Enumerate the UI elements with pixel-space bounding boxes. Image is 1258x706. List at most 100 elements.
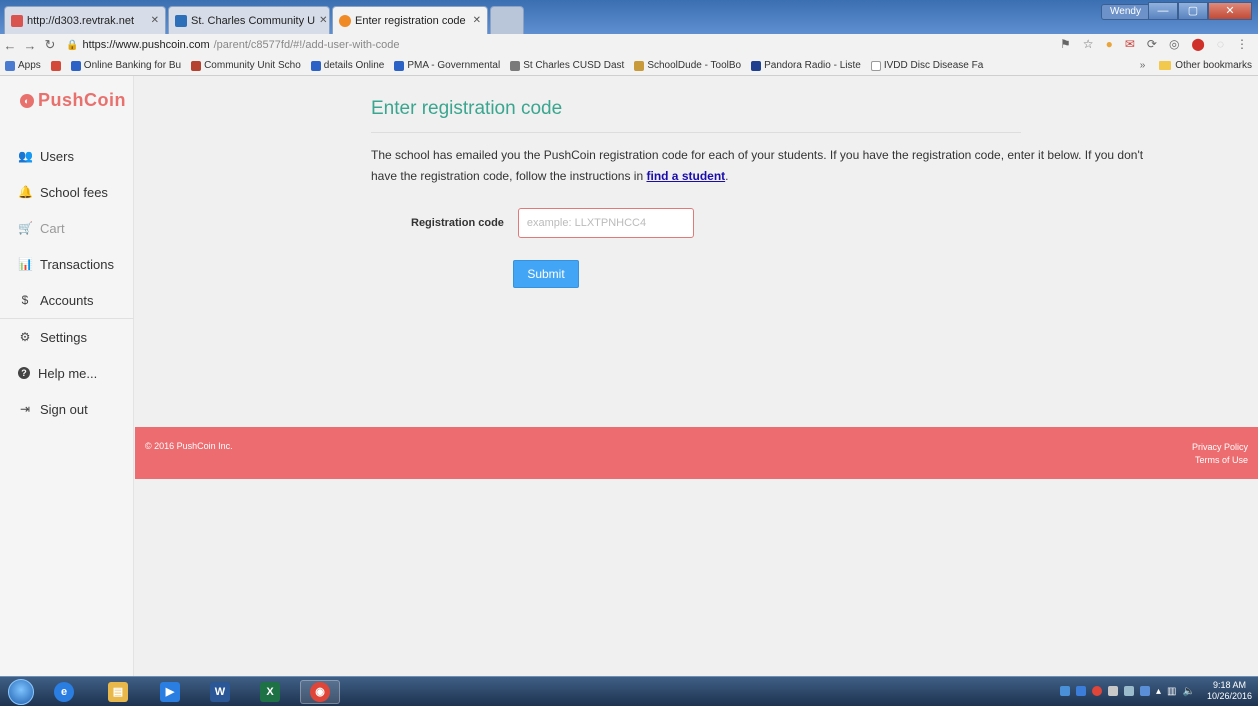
clock-date: 10/26/2016: [1206, 691, 1252, 701]
close-icon[interactable]: ✕: [151, 15, 159, 26]
sidebar-item-label: Sign out: [40, 401, 88, 417]
bookmark-label: IVDD Disc Disease Fa: [883, 60, 984, 71]
bookmark-favicon-icon: [751, 60, 762, 71]
pushcoin-logo[interactable]: ◐ PushCoin: [20, 90, 126, 111]
bookmark-item[interactable]: details Online: [306, 60, 390, 71]
registration-code-input[interactable]: [517, 208, 694, 238]
network-icon[interactable]: ▥: [1167, 686, 1176, 697]
bookmark-item[interactable]: PMA - Governmental: [389, 60, 505, 71]
registration-panel: Enter registration code The school has e…: [371, 98, 1161, 288]
sidebar: ◐ PushCoin 👥 Users 🔔 School fees 🛒 Cart …: [0, 76, 134, 676]
bookmark-label: SchoolDude - ToolBo: [647, 60, 742, 71]
extension-icon[interactable]: ◌: [1217, 37, 1224, 51]
bookmark-item[interactable]: Community Unit Scho: [186, 60, 306, 71]
extension-icon[interactable]: ◎: [1169, 37, 1179, 51]
adblock-icon[interactable]: ⬤: [1191, 37, 1204, 51]
sidebar-item-users[interactable]: 👥 Users: [0, 138, 134, 174]
tab-label: http://d303.revtrak.net: [27, 14, 135, 27]
other-bookmarks[interactable]: » Other bookmarks: [1140, 60, 1252, 71]
bookmark-favicon-icon: [70, 60, 81, 71]
star-icon[interactable]: ☆: [1083, 37, 1094, 51]
browser-titlebar: http://d303.revtrak.net ✕ St. Charles Co…: [0, 0, 1258, 34]
privacy-policy-link[interactable]: Privacy Policy: [1192, 441, 1248, 454]
logo-text: PushCoin: [38, 90, 126, 110]
browser-tab[interactable]: St. Charles Community U ✕: [168, 6, 330, 34]
taskbar-app[interactable]: ▶: [150, 680, 190, 704]
sidebar-item-cart[interactable]: 🛒 Cart: [0, 210, 134, 246]
submit-button[interactable]: Submit: [513, 260, 579, 288]
taskbar-app[interactable]: ▤: [98, 680, 138, 704]
taskbar-app[interactable]: e: [44, 680, 84, 704]
sidebar-item-accounts[interactable]: $ Accounts: [0, 282, 134, 318]
extension-icon[interactable]: ⟳: [1147, 37, 1157, 51]
back-icon[interactable]: ←: [0, 38, 20, 53]
menu-icon[interactable]: ⋮: [1236, 37, 1248, 51]
tray-icon[interactable]: [1060, 686, 1071, 696]
word-icon: W: [210, 682, 230, 702]
url-field[interactable]: 🔒 https://www.pushcoin.com/parent/c8577f…: [66, 39, 400, 51]
extension-icon[interactable]: ⚑: [1060, 37, 1071, 51]
minimize-button[interactable]: —: [1148, 2, 1178, 20]
cart-icon: 🛒: [18, 221, 33, 235]
close-icon[interactable]: ✕: [473, 15, 481, 26]
reload-icon[interactable]: ↻: [40, 37, 60, 53]
sidebar-item-label: Cart: [40, 220, 65, 236]
tray-icon[interactable]: [1108, 686, 1119, 696]
bookmark-item[interactable]: IVDD Disc Disease Fa: [866, 60, 988, 71]
sidebar-item-settings[interactable]: ⚙ Settings: [0, 319, 134, 355]
sidebar-item-label: Users: [40, 148, 74, 164]
ie-icon: e: [54, 682, 74, 702]
profile-button[interactable]: Wendy: [1101, 4, 1150, 20]
new-tab-button[interactable]: [490, 6, 524, 34]
dollar-icon: $: [21, 293, 29, 307]
window-controls: — ▢ ✕: [1148, 2, 1252, 20]
chevron-icon[interactable]: »: [1140, 60, 1146, 71]
bookmark-label: Community Unit Scho: [204, 60, 301, 71]
taskbar-app-active[interactable]: ◉: [300, 680, 340, 704]
forward-icon[interactable]: →: [20, 38, 40, 53]
sidebar-item-label: School fees: [40, 184, 108, 200]
folder-icon: [1159, 61, 1172, 70]
taskbar-app[interactable]: X: [250, 680, 290, 704]
sidebar-item-sign-out[interactable]: ⇥ Sign out: [0, 391, 134, 427]
terms-of-use-link[interactable]: Terms of Use: [1192, 454, 1248, 467]
extension-icon[interactable]: ●: [1106, 37, 1113, 51]
gmail-favicon-icon: [11, 14, 23, 27]
close-window-button[interactable]: ✕: [1208, 2, 1252, 20]
taskbar-app[interactable]: W: [200, 680, 240, 704]
close-icon[interactable]: ✕: [319, 15, 327, 26]
sidebar-item-label: Accounts: [40, 292, 94, 308]
sidebar-item-transactions[interactable]: 📊 Transactions: [0, 246, 134, 282]
bookmark-label: St Charles CUSD Dast: [523, 60, 625, 71]
gmail-icon[interactable]: ✉: [1125, 37, 1135, 51]
question-icon: ?: [18, 367, 30, 379]
explorer-icon: ▤: [108, 682, 128, 702]
sidebar-item-help[interactable]: ? Help me...: [0, 355, 134, 391]
browser-tab-active[interactable]: Enter registration code ✕: [332, 6, 488, 34]
gears-icon: ⚙: [19, 330, 31, 344]
tray-icon[interactable]: [1076, 686, 1087, 696]
volume-icon[interactable]: 🔈: [1183, 686, 1195, 697]
sidebar-item-school-fees[interactable]: 🔔 School fees: [0, 174, 134, 210]
bookmark-apps[interactable]: Apps: [0, 60, 46, 71]
bookmark-item[interactable]: [46, 60, 66, 71]
clock[interactable]: 9:18 AM 10/26/2016: [1207, 680, 1252, 702]
coin-icon: ◐: [20, 93, 34, 108]
tray-icon[interactable]: [1124, 686, 1135, 696]
chrome-icon: ◉: [310, 682, 330, 702]
shield-icon[interactable]: [1140, 686, 1151, 696]
page-icon: [870, 60, 881, 71]
chevron-up-icon[interactable]: ▴: [1156, 686, 1161, 697]
bookmark-favicon-icon: [394, 60, 405, 71]
bookmark-item[interactable]: SchoolDude - ToolBo: [629, 60, 746, 71]
bookmark-item[interactable]: Pandora Radio - Liste: [746, 60, 866, 71]
bookmark-item[interactable]: St Charles CUSD Dast: [505, 60, 629, 71]
browser-tab[interactable]: http://d303.revtrak.net ✕: [4, 6, 166, 34]
find-a-student-link[interactable]: find a student: [646, 169, 725, 183]
maximize-button[interactable]: ▢: [1178, 2, 1208, 20]
instructions-end: .: [725, 169, 729, 183]
address-bar: ← → ↻ 🔒 https://www.pushcoin.com/parent/…: [0, 34, 1258, 56]
start-button[interactable]: [8, 679, 34, 705]
tray-icon[interactable]: [1092, 686, 1103, 696]
bookmark-item[interactable]: Online Banking for Bu: [66, 60, 186, 71]
